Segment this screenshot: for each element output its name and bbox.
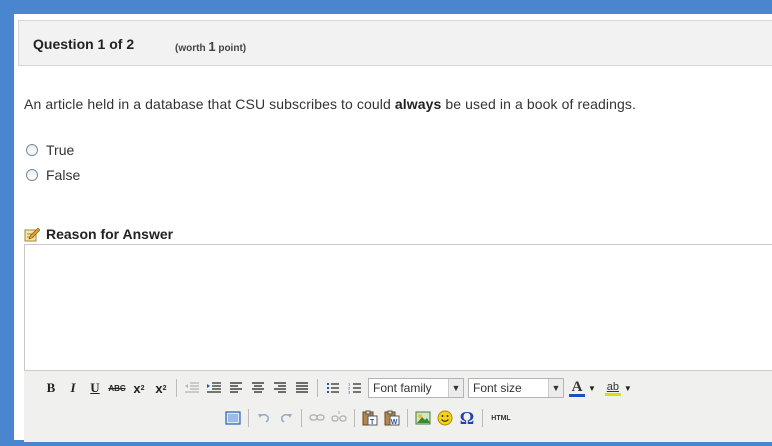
chevron-down-icon[interactable]: ▼ [588,384,596,393]
unlink-icon[interactable] [329,408,349,428]
align-left-icon[interactable] [226,378,246,398]
italic-button[interactable]: I [63,378,83,398]
bold-button[interactable]: B [41,378,61,398]
toolbar-separator [317,379,318,397]
subscript-label: x [133,380,141,396]
radio-false[interactable] [26,169,38,181]
worth-points: 1 [208,39,216,54]
option-false-label: False [46,167,81,183]
underline-button[interactable]: U [85,378,105,398]
emoticon-icon[interactable] [435,408,455,428]
superscript-label: x [155,380,163,396]
toolbar-separator [482,409,483,427]
editor-toolbar: B I U ABC x2 x2 123 Font family ▼ Font s… [24,370,772,442]
editor-content[interactable] [31,251,761,361]
radio-true[interactable] [26,144,38,156]
text-color-label: A [571,378,583,395]
chevron-down-icon[interactable]: ▼ [624,384,632,393]
text-color-swatch [569,393,585,397]
indent-icon[interactable] [204,378,224,398]
option-true-label: True [46,142,75,158]
toolbar-row-1: B I U ABC x2 x2 123 Font family ▼ Font s… [40,375,635,401]
align-justify-icon[interactable] [292,378,312,398]
align-center-icon[interactable] [248,378,268,398]
font-size-select[interactable]: Font size ▼ [468,378,564,398]
paste-word-icon[interactable]: W [382,408,402,428]
fullscreen-icon[interactable] [223,408,243,428]
bullet-list-icon[interactable] [323,378,343,398]
question-header: Question 1 of 2 (worth 1 point) [18,20,772,66]
text-color-button[interactable]: A ▼ [567,378,598,398]
link-icon[interactable] [307,408,327,428]
highlight-color-label: ab [606,380,620,393]
special-char-icon[interactable]: Ω [457,408,477,428]
toolbar-separator [176,379,177,397]
chevron-down-icon[interactable]: ▼ [548,379,563,397]
reason-label: Reason for Answer [46,226,174,242]
toolbar-separator [301,409,302,427]
highlight-color-button[interactable]: ab ▼ [603,378,634,398]
question-text-before: An article held in a database that CSU s… [24,96,395,112]
align-right-icon[interactable] [270,378,290,398]
font-size-value: Font size [473,381,522,395]
worth-suffix: point) [218,43,247,54]
toolbar-separator [407,409,408,427]
undo-icon[interactable] [254,408,274,428]
paste-text-icon[interactable]: T [360,408,380,428]
worth-prefix: (worth [175,43,206,54]
svg-text:W: W [391,419,398,426]
font-family-select[interactable]: Font family ▼ [368,378,464,398]
chevron-down-icon[interactable]: ▼ [448,379,463,397]
question-title: Question 1 of 2 [33,36,135,52]
toolbar-separator [354,409,355,427]
option-true[interactable]: True [26,142,74,158]
outdent-icon[interactable] [182,378,202,398]
option-false[interactable]: False [26,167,80,183]
svg-text:T: T [370,419,375,426]
insert-image-icon[interactable] [413,408,433,428]
superscript-button[interactable]: x2 [151,378,171,398]
numbered-list-icon[interactable]: 123 [345,378,365,398]
question-worth: (worth 1 point) [175,39,246,54]
question-text-after: be used in a book of readings. [441,96,636,112]
strikethrough-button[interactable]: ABC [107,378,127,398]
redo-icon[interactable] [276,408,296,428]
pencil-note-icon [24,227,40,242]
question-text-bold: always [394,96,442,112]
reason-heading: Reason for Answer [24,226,173,242]
highlight-color-swatch [604,392,621,396]
toolbar-row-2: T W Ω HTML [222,405,515,431]
svg-text:3: 3 [348,390,351,395]
html-source-button[interactable]: HTML [488,408,514,428]
question-text: An article held in a database that CSU s… [24,96,636,112]
toolbar-separator [248,409,249,427]
font-family-value: Font family [373,381,432,395]
subscript-button[interactable]: x2 [129,378,149,398]
